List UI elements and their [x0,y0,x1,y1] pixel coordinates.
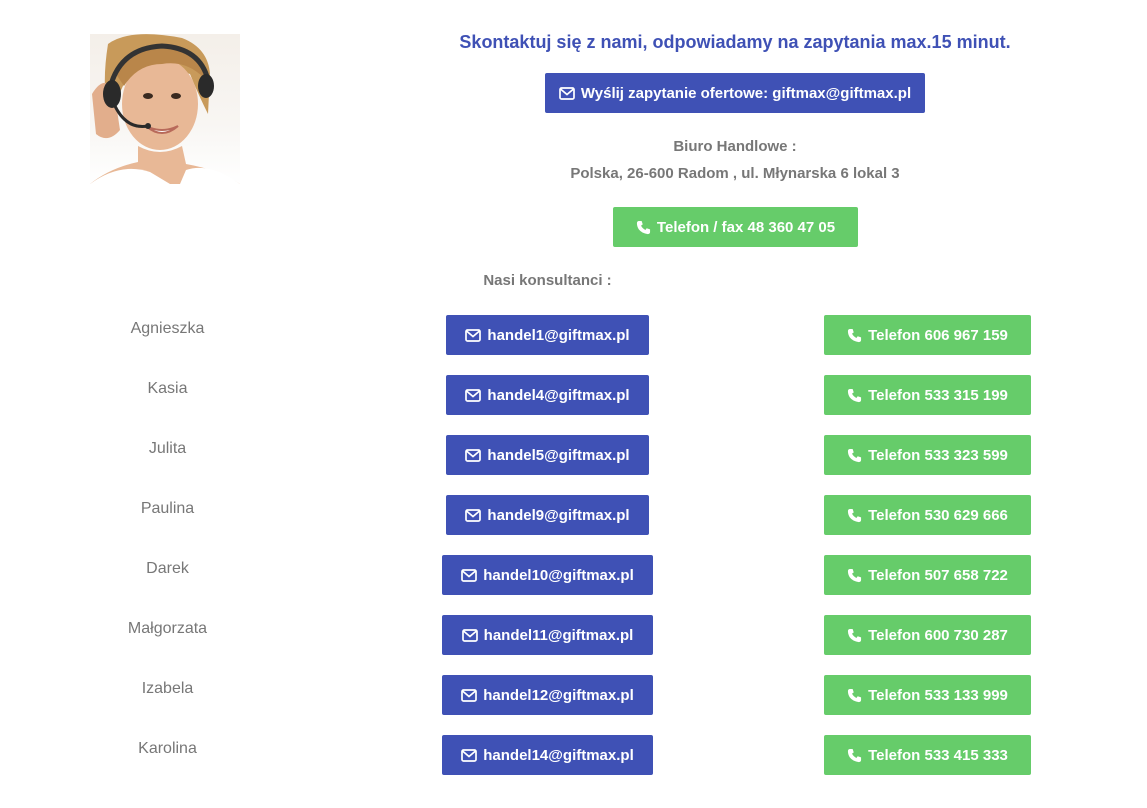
office-address: Polska, 26-600 Radom , ul. Młynarska 6 l… [570,165,900,182]
consultant-email-button[interactable]: handel1@giftmax.pl [446,315,649,355]
envelope-icon [465,508,482,522]
envelope-icon [461,688,478,702]
consultant-email-label: handel4@giftmax.pl [487,386,630,404]
send-inquiry-email-label: Wyślij zapytanie ofertowe: giftmax@giftm… [580,84,912,102]
consultant-phone-label: Telefon 533 315 199 [868,386,1008,404]
consultant-email-label: handel1@giftmax.pl [487,326,630,344]
consultant-phone-label: Telefon 533 323 599 [868,446,1008,464]
consultant-name: Julita [148,440,187,457]
consultant-name: Małgorzata [127,620,208,637]
phone-icon [848,448,862,462]
office-phone-label: Telefon / fax 48 360 47 05 [656,218,836,236]
phone-icon [636,220,650,234]
consultant-name: Agnieszka [130,320,205,337]
consultant-phone-label: Telefon 600 730 287 [868,626,1008,644]
consultant-name: Paulina [140,500,195,517]
phone-icon [848,688,862,702]
consultant-phone-button[interactable]: Telefon 600 730 287 [824,615,1031,655]
consultant-email-label: handel12@giftmax.pl [483,686,634,704]
envelope-icon [465,328,482,342]
consultant-phone-label: Telefon 606 967 159 [868,326,1008,344]
contact-headline: Skontaktuj się z nami, odpowiadamy na za… [459,32,1011,52]
envelope-icon [559,86,575,100]
consultant-phone-label: Telefon 533 133 999 [868,686,1008,704]
consultant-email-button[interactable]: handel9@giftmax.pl [446,495,649,535]
envelope-icon [461,628,478,642]
headset-woman-image [90,34,240,184]
send-inquiry-email-button[interactable]: Wyślij zapytanie ofertowe: giftmax@giftm… [545,73,925,113]
consultant-email-button[interactable]: handel11@giftmax.pl [442,615,653,655]
envelope-icon [465,448,482,462]
phone-icon [848,748,862,762]
consultant-phone-button[interactable]: Telefon 533 323 599 [824,435,1031,475]
consultant-phone-label: Telefon 533 415 333 [868,746,1008,764]
consultants-title: Nasi konsultanci : [483,272,612,289]
phone-icon [848,328,862,342]
consultant-phone-label: Telefon 507 658 722 [868,566,1008,584]
envelope-icon [461,568,478,582]
consultant-phone-button[interactable]: Telefon 533 315 199 [824,375,1031,415]
consultant-photo [90,34,240,184]
consultant-email-label: handel9@giftmax.pl [487,506,630,524]
phone-icon [848,388,862,402]
office-phone-button[interactable]: Telefon / fax 48 360 47 05 [613,207,858,247]
envelope-icon [465,388,482,402]
consultant-email-label: handel11@giftmax.pl [483,626,634,644]
consultant-email-button[interactable]: handel14@giftmax.pl [442,735,653,775]
consultant-email-label: handel5@giftmax.pl [487,446,630,464]
consultant-email-button[interactable]: handel12@giftmax.pl [442,675,653,715]
consultant-phone-button[interactable]: Telefon 533 415 333 [824,735,1031,775]
consultant-phone-button[interactable]: Telefon 533 133 999 [824,675,1031,715]
consultant-phone-button[interactable]: Telefon 606 967 159 [824,315,1031,355]
consultant-name: Izabela [141,680,194,697]
consultant-email-label: handel10@giftmax.pl [483,566,634,584]
office-title: Biuro Handlowe : [673,138,797,155]
phone-icon [848,508,862,522]
consultant-phone-button[interactable]: Telefon 530 629 666 [824,495,1031,535]
consultant-email-label: handel14@giftmax.pl [483,746,634,764]
consultant-email-button[interactable]: handel4@giftmax.pl [446,375,649,415]
consultant-name: Kasia [147,380,188,397]
envelope-icon [461,748,478,762]
consultant-phone-label: Telefon 530 629 666 [868,506,1008,524]
phone-icon [848,628,862,642]
consultant-name: Karolina [138,740,197,757]
consultant-name: Darek [146,560,189,577]
consultant-phone-button[interactable]: Telefon 507 658 722 [824,555,1031,595]
phone-icon [848,568,862,582]
consultant-email-button[interactable]: handel5@giftmax.pl [446,435,649,475]
consultant-email-button[interactable]: handel10@giftmax.pl [442,555,653,595]
